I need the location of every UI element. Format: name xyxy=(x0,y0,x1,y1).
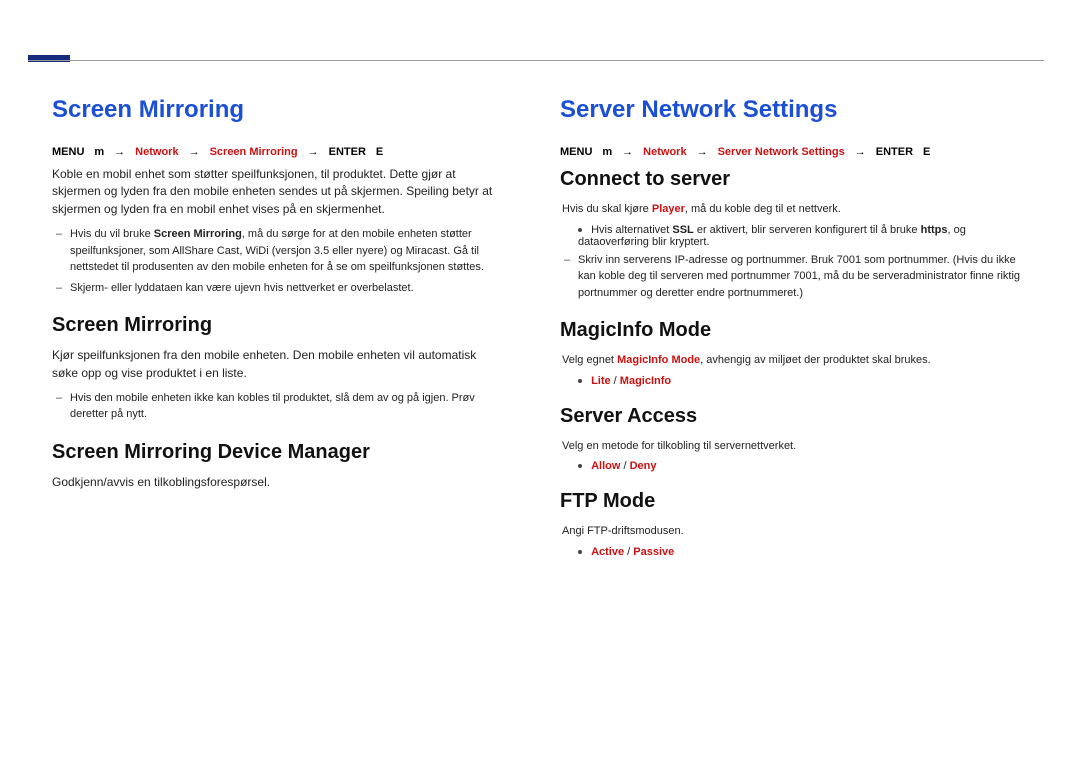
server-access-heading: Server Access xyxy=(560,405,1028,428)
bullet-icon xyxy=(578,550,582,554)
t: Hvis alternativet xyxy=(591,224,672,236)
bc-m-glyph: m xyxy=(602,146,612,158)
ssl-bullet: Hvis alternativet SSL er aktivert, blir … xyxy=(560,224,1028,248)
bc-arrow: → xyxy=(855,146,866,158)
term-screen-mirroring: Screen Mirroring xyxy=(154,228,242,240)
left-breadcrumb: MENU m → Network → Screen Mirroring → EN… xyxy=(52,146,500,158)
magicinfo-options: Lite / MagicInfo xyxy=(560,375,1028,387)
bc-enter: ENTER xyxy=(876,146,913,158)
magicinfo-body: Velg egnet MagicInfo Mode, avhengig av m… xyxy=(560,352,1028,369)
connect-line1: Hvis du skal kjøre Player, må du koble d… xyxy=(560,201,1028,218)
bc-item: Screen Mirroring xyxy=(210,146,298,158)
left-note-2: Skjerm- eller lyddataen kan være ujevn h… xyxy=(70,280,500,297)
left-sub1-notes: Hvis den mobile enheten ikke kan kobles … xyxy=(52,390,500,423)
sep: / xyxy=(624,546,633,558)
opt-allow: Allow xyxy=(591,460,620,472)
bc-enter: ENTER xyxy=(329,146,366,158)
server-access-body: Velg en metode for tilkobling til server… xyxy=(560,438,1028,455)
right-column: Server Network Settings MENU m → Network… xyxy=(540,96,1028,562)
left-title: Screen Mirroring xyxy=(52,96,500,124)
left-column: Screen Mirroring MENU m → Network → Scre… xyxy=(52,96,540,562)
left-sub1-body: Kjør speilfunksjonen fra den mobile enhe… xyxy=(52,347,500,382)
opt-passive: Passive xyxy=(633,546,674,558)
bc-e-glyph: E xyxy=(376,146,383,158)
content-columns: Screen Mirroring MENU m → Network → Scre… xyxy=(52,96,1028,562)
bc-arrow: → xyxy=(622,146,633,158)
right-title: Server Network Settings xyxy=(560,96,1028,124)
bc-arrow: → xyxy=(308,146,319,158)
opt-deny: Deny xyxy=(630,460,657,472)
bc-arrow: → xyxy=(189,146,200,158)
left-intro: Koble en mobil enhet som støtter speilfu… xyxy=(52,166,500,218)
bullet-icon xyxy=(578,464,582,468)
sep: / xyxy=(611,375,620,387)
connect-note: Skriv inn serverens IP-adresse og portnu… xyxy=(578,252,1028,302)
bc-item: Server Network Settings xyxy=(718,146,845,158)
left-sub1-heading: Screen Mirroring xyxy=(52,314,500,337)
t: Hvis du skal kjøre xyxy=(562,203,652,215)
bc-m-glyph: m xyxy=(94,146,104,158)
bc-menu: MENU xyxy=(52,146,84,158)
left-sub2-heading: Screen Mirroring Device Manager xyxy=(52,441,500,464)
left-notes: Hvis du vil bruke Screen Mirroring, må d… xyxy=(52,226,500,296)
sep: / xyxy=(620,460,629,472)
ssl-term: SSL xyxy=(672,224,693,236)
ftp-options: Active / Passive xyxy=(560,546,1028,558)
ftp-heading: FTP Mode xyxy=(560,490,1028,513)
bc-arrow: → xyxy=(697,146,708,158)
t: er aktivert, blir serveren konfigurert t… xyxy=(694,224,921,236)
t: , må du koble deg til et nettverk. xyxy=(685,203,841,215)
opt-lite: Lite xyxy=(591,375,611,387)
t: Velg egnet xyxy=(562,354,617,366)
right-breadcrumb: MENU m → Network → Server Network Settin… xyxy=(560,146,1028,158)
bc-network: Network xyxy=(643,146,686,158)
magicinfo-heading: MagicInfo Mode xyxy=(560,319,1028,342)
bc-menu: MENU xyxy=(560,146,592,158)
note-text: Hvis du vil bruke Screen Mirroring, må d… xyxy=(70,228,484,273)
t: , avhengig av miljøet der produktet skal… xyxy=(700,354,931,366)
left-note-1: Hvis du vil bruke Screen Mirroring, må d… xyxy=(70,226,500,276)
bc-arrow: → xyxy=(114,146,125,158)
left-sub1-note: Hvis den mobile enheten ikke kan kobles … xyxy=(70,390,500,423)
left-sub2-body: Godkjenn/avvis en tilkoblingsforespørsel… xyxy=(52,474,500,491)
opt-active: Active xyxy=(591,546,624,558)
connect-heading: Connect to server xyxy=(560,168,1028,191)
player-term: Player xyxy=(652,203,685,215)
magicinfo-term: MagicInfo Mode xyxy=(617,354,700,366)
server-access-options: Allow / Deny xyxy=(560,460,1028,472)
bc-network: Network xyxy=(135,146,178,158)
bullet-icon xyxy=(578,379,582,383)
opt-magicinfo: MagicInfo xyxy=(620,375,671,387)
https-term: https xyxy=(921,224,948,236)
bullet-icon xyxy=(578,228,582,232)
ftp-body: Angi FTP-driftsmodusen. xyxy=(560,523,1028,540)
connect-notes: Skriv inn serverens IP-adresse og portnu… xyxy=(560,252,1028,302)
page-divider xyxy=(28,60,1044,61)
bc-e-glyph: E xyxy=(923,146,930,158)
